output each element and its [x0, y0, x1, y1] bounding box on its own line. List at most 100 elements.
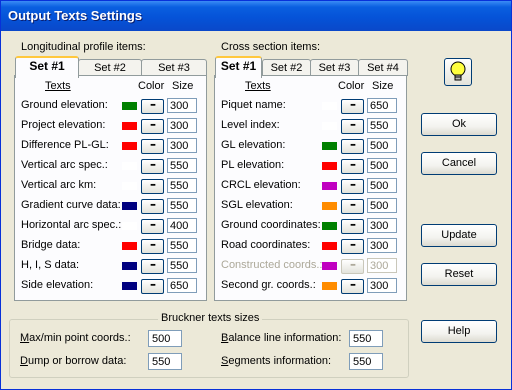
cross-color-header: Color — [338, 80, 365, 92]
cross-size-header: Size — [372, 80, 394, 92]
cross-row-label: Piquet name: — [221, 99, 286, 111]
longitudinal-size-field[interactable]: 550 — [167, 258, 197, 273]
longitudinal-color-button[interactable]: ▪▪▪ — [141, 279, 164, 294]
cross-row-label: Second gr. coords.: — [221, 279, 316, 291]
help-button[interactable]: Help — [421, 320, 497, 343]
cross-color-swatch — [322, 162, 337, 170]
cross-color-button[interactable]: ▪▪▪ — [341, 279, 364, 294]
longitudinal-size-header: Size — [172, 80, 194, 92]
cross-color-button[interactable]: ▪▪▪ — [341, 99, 364, 114]
longitudinal-row-label: Horizontal arc spec.: — [21, 219, 122, 231]
maxmin-field[interactable]: 500 — [148, 330, 182, 347]
cross-color-swatch — [322, 142, 337, 150]
maxmin-label: Max/min point coords.: — [20, 332, 131, 344]
longitudinal-size-field[interactable]: 550 — [167, 178, 197, 193]
cross-size-field[interactable]: 550 — [367, 118, 397, 133]
update-button[interactable]: Update — [421, 224, 497, 247]
reset-button[interactable]: Reset — [421, 263, 497, 286]
cross-texts-header: Texts — [245, 80, 271, 92]
cross-panel: Texts Color Size Piquet name: ▪▪▪ 650 Level… — [214, 75, 407, 301]
cross-row-label: Constructed coords.: — [221, 259, 323, 271]
cross-color-swatch — [322, 262, 337, 270]
cross-color-button[interactable]: ▪▪▪ — [341, 199, 364, 214]
tab-longitudinal-set-3[interactable]: Set #3 — [141, 59, 207, 76]
longitudinal-size-field[interactable]: 550 — [167, 158, 197, 173]
longitudinal-color-button[interactable]: ▪▪▪ — [141, 259, 164, 274]
longitudinal-color-swatch — [122, 282, 137, 290]
cross-color-button[interactable]: ▪▪▪ — [341, 259, 364, 274]
longitudinal-row-label: Difference PL-GL: — [21, 139, 109, 151]
cancel-button[interactable]: Cancel — [421, 152, 497, 175]
longitudinal-color-button[interactable]: ▪▪▪ — [141, 179, 164, 194]
longitudinal-color-button[interactable]: ▪▪▪ — [141, 219, 164, 234]
tab-longitudinal-set-2[interactable]: Set #2 — [78, 59, 142, 76]
longitudinal-color-button[interactable]: ▪▪▪ — [141, 99, 164, 114]
cross-row-label: Ground coordinates: — [221, 219, 321, 231]
dump-label: Dump or borrow data: — [20, 355, 127, 367]
longitudinal-color-header: Color — [138, 80, 165, 92]
cross-color-button[interactable]: ▪▪▪ — [341, 239, 364, 254]
longitudinal-color-button[interactable]: ▪▪▪ — [141, 159, 164, 174]
tab-cross-set-4[interactable]: Set #4 — [358, 59, 408, 76]
balance-label: Balance line information: — [221, 332, 342, 344]
longitudinal-panel: Texts Color Size Ground elevation: ▪▪▪ 300… — [14, 75, 207, 301]
balance-field[interactable]: 550 — [349, 330, 383, 347]
longitudinal-color-swatch — [122, 122, 137, 130]
longitudinal-size-field[interactable]: 300 — [167, 98, 197, 113]
longitudinal-size-field[interactable]: 550 — [167, 238, 197, 253]
cross-color-swatch — [322, 242, 337, 250]
cross-color-swatch — [322, 182, 337, 190]
longitudinal-color-swatch — [122, 222, 137, 230]
cross-color-swatch — [322, 222, 337, 230]
longitudinal-row-label: Project elevation: — [21, 119, 106, 131]
longitudinal-color-button[interactable]: ▪▪▪ — [141, 119, 164, 134]
longitudinal-size-field[interactable]: 400 — [167, 218, 197, 233]
tab-longitudinal-set-1[interactable]: Set #1 — [15, 56, 79, 78]
cross-size-field[interactable]: 300 — [367, 258, 397, 273]
cross-row-label: Level index: — [221, 119, 280, 131]
longitudinal-size-field[interactable]: 550 — [167, 198, 197, 213]
tab-cross-set-3[interactable]: Set #3 — [310, 59, 359, 76]
cross-size-field[interactable]: 300 — [367, 218, 397, 233]
longitudinal-size-field[interactable]: 300 — [167, 138, 197, 153]
longitudinal-tabs: Set #1 Set #2 Set #3 — [15, 56, 207, 78]
title-bar[interactable]: Output Texts Settings — [1, 1, 511, 31]
longitudinal-row-label: Gradient curve data: — [21, 199, 121, 211]
longitudinal-size-field[interactable]: 300 — [167, 118, 197, 133]
longitudinal-row-label: Vertical arc km: — [21, 179, 97, 191]
longitudinal-color-button[interactable]: ▪▪▪ — [141, 199, 164, 214]
dump-field[interactable]: 550 — [148, 353, 182, 370]
cross-color-button[interactable]: ▪▪▪ — [341, 159, 364, 174]
cross-size-field[interactable]: 500 — [367, 198, 397, 213]
light-bulb-icon — [450, 61, 466, 81]
longitudinal-color-swatch — [122, 262, 137, 270]
longitudinal-color-swatch — [122, 242, 137, 250]
longitudinal-color-button[interactable]: ▪▪▪ — [141, 239, 164, 254]
longitudinal-row-label: Side elevation: — [21, 279, 94, 291]
cross-size-field[interactable]: 500 — [367, 158, 397, 173]
cross-color-button[interactable]: ▪▪▪ — [341, 119, 364, 134]
cross-row-label: Road coordinates: — [221, 239, 311, 251]
tab-cross-set-2[interactable]: Set #2 — [262, 59, 311, 76]
cross-row-label: GL elevation: — [221, 139, 286, 151]
hint-button[interactable] — [444, 58, 472, 86]
cross-tabs: Set #1 Set #2 Set #3 Set #4 — [215, 56, 408, 78]
cross-color-swatch — [322, 122, 337, 130]
tab-cross-set-1[interactable]: Set #1 — [215, 56, 262, 78]
cross-size-field[interactable]: 300 — [367, 238, 397, 253]
cross-size-field[interactable]: 300 — [367, 278, 397, 293]
cross-color-button[interactable]: ▪▪▪ — [341, 179, 364, 194]
cross-size-field[interactable]: 650 — [367, 98, 397, 113]
cross-row-label: PL elevation: — [221, 159, 285, 171]
longitudinal-color-button[interactable]: ▪▪▪ — [141, 139, 164, 154]
cross-color-button[interactable]: ▪▪▪ — [341, 219, 364, 234]
cross-color-button[interactable]: ▪▪▪ — [341, 139, 364, 154]
bruckner-group-title: Bruckner texts sizes — [158, 312, 263, 324]
ok-button[interactable]: Ok — [421, 113, 497, 136]
cross-size-field[interactable]: 500 — [367, 138, 397, 153]
longitudinal-size-field[interactable]: 650 — [167, 278, 197, 293]
segments-field[interactable]: 550 — [349, 353, 383, 370]
longitudinal-group-label: Longitudinal profile items: — [21, 41, 146, 53]
longitudinal-color-swatch — [122, 202, 137, 210]
cross-size-field[interactable]: 500 — [367, 178, 397, 193]
